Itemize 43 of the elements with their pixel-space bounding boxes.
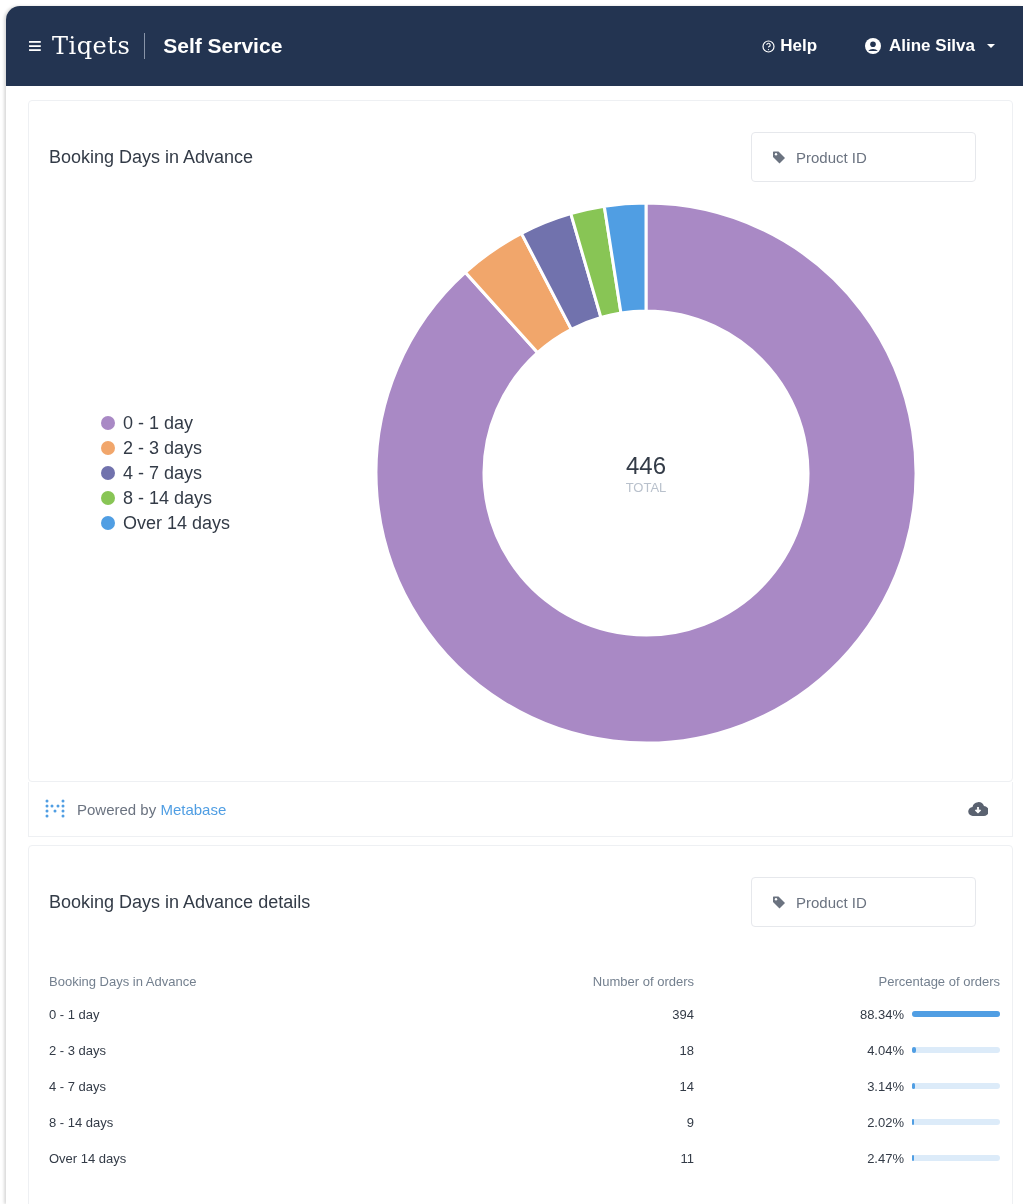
column-header[interactable]: Number of orders: [449, 973, 694, 989]
table-cell: 88.34%: [859, 1006, 904, 1022]
legend-label: 0 - 1 day: [123, 412, 194, 434]
powered-by-text: Powered by Metabase: [77, 800, 227, 818]
metabase-link[interactable]: Metabase: [160, 800, 227, 818]
column-header[interactable]: Percentage of orders: [694, 973, 1000, 989]
table-cell-text: 394: [671, 1006, 694, 1022]
table-cell-text: 4 - 7 days: [49, 1078, 108, 1094]
tag-icon: [772, 895, 786, 909]
table-cell-text: 2 - 3 days: [49, 1042, 108, 1058]
tag-icon: [772, 150, 786, 164]
product-id-filter[interactable]: Product ID: [751, 877, 976, 927]
cloud-download-icon[interactable]: [968, 801, 988, 817]
table-cell: 4.04%: [867, 1042, 904, 1058]
caret-icon: [987, 44, 995, 48]
table-cell-text: 11: [679, 1150, 694, 1166]
legend-label: 8 - 14 days: [123, 487, 213, 509]
column-header[interactable]: Booking Days in Advance: [49, 973, 449, 989]
app-title: Self Service: [163, 34, 283, 58]
help-icon: [762, 39, 776, 53]
table-cell: 3.14%: [867, 1078, 904, 1094]
user-menu[interactable]: Aline Silva: [865, 36, 995, 56]
card-title: Booking Days in Advance details: [49, 891, 311, 913]
table-cell-text: 0 - 1 day: [49, 1006, 101, 1022]
legend-label: 4 - 7 days: [123, 462, 203, 484]
brand-logo[interactable]: Tiqets: [52, 32, 131, 60]
table-cell: 2.47%: [867, 1150, 904, 1166]
table-cell-text: 18: [678, 1042, 694, 1058]
help-link[interactable]: Help: [762, 36, 817, 56]
table-cell: 2.02%: [867, 1114, 904, 1130]
table-cell-text: 8 - 14 days: [49, 1114, 115, 1130]
product-id-filter[interactable]: Product ID: [751, 132, 976, 182]
menu-icon[interactable]: ≡: [28, 32, 42, 60]
table-cell-text: 14: [678, 1078, 694, 1094]
user-avatar-icon: [865, 38, 881, 54]
legend-label: Over 14 days: [123, 512, 231, 534]
card-title: Booking Days in Advance: [49, 146, 254, 168]
legend-label: 2 - 3 days: [123, 437, 203, 459]
total-label: TOTAL: [625, 479, 667, 495]
table-cell-text: 9: [685, 1114, 694, 1130]
dotted-logo-icon: [45, 798, 65, 820]
table-cell-text: Over 14 days: [49, 1150, 128, 1166]
total-value: 446: [625, 451, 666, 480]
